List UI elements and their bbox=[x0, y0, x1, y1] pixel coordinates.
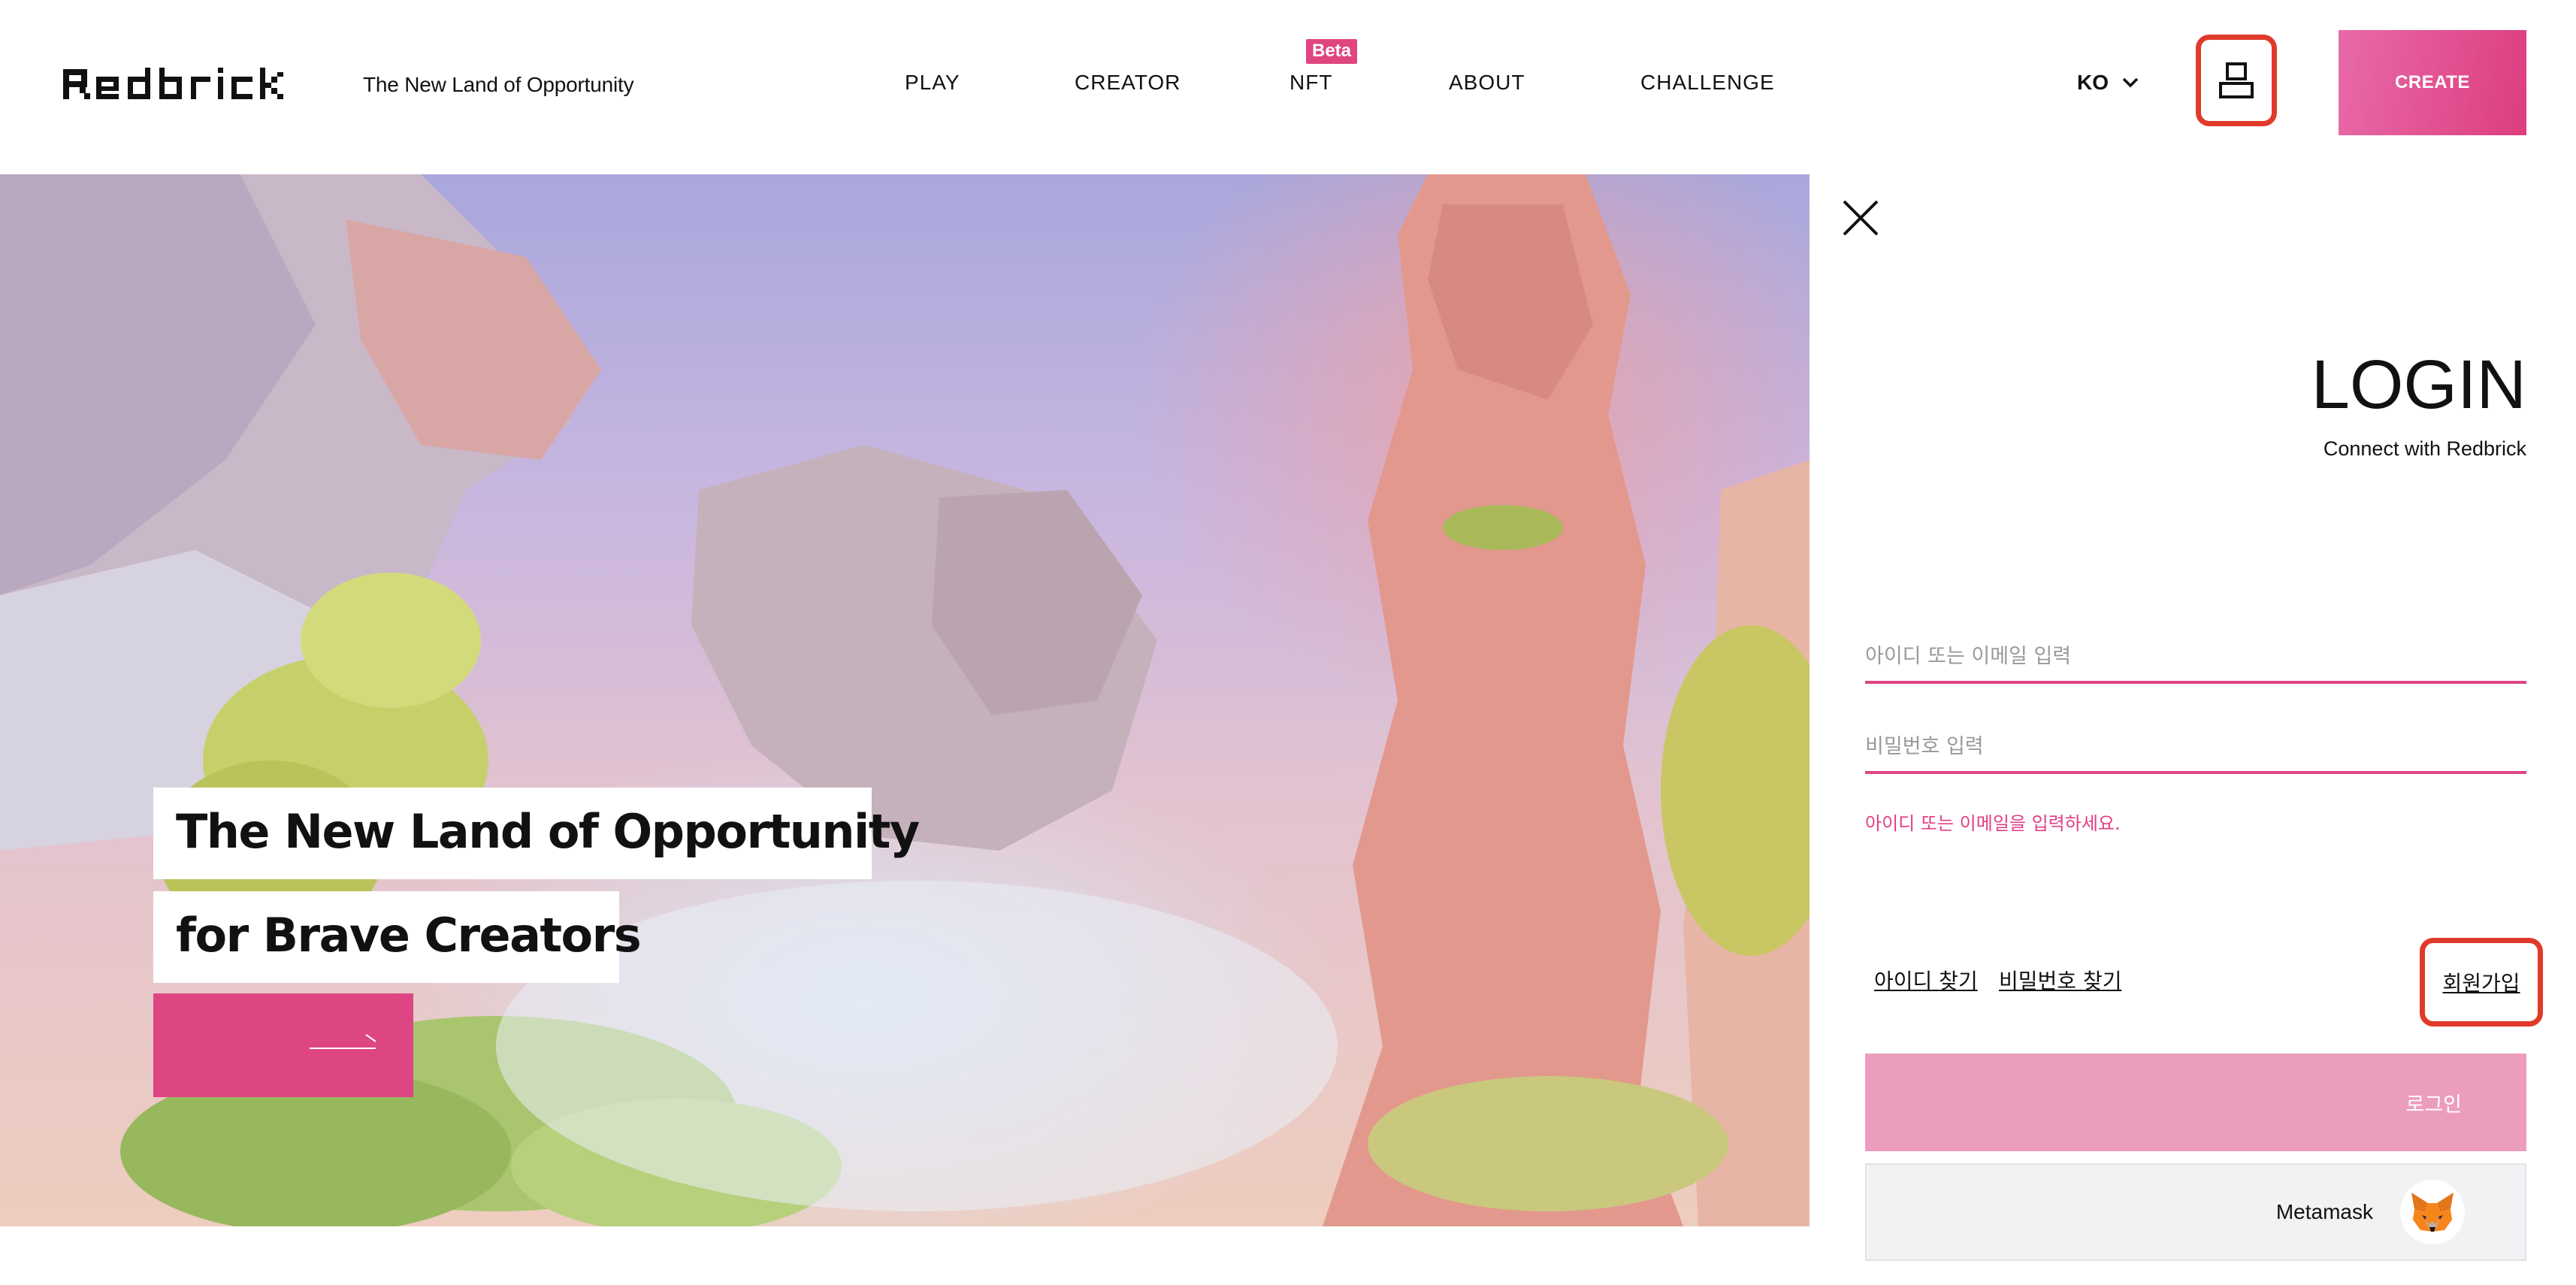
metamask-login-button[interactable]: Metamask bbox=[1865, 1163, 2526, 1261]
site-header: The New Land of Opportunity PLAY CREATOR… bbox=[0, 0, 2576, 174]
find-password-link[interactable]: 비밀번호 찾기 bbox=[1999, 965, 2121, 995]
login-title: LOGIN bbox=[2311, 346, 2526, 423]
metamask-fox-icon bbox=[2400, 1180, 2465, 1244]
language-label: KO bbox=[2077, 71, 2109, 94]
nav-creator[interactable]: CREATOR bbox=[1075, 71, 1181, 95]
hero-title-line1: The New Land of Opportunity bbox=[176, 804, 920, 859]
hero-title-line1-box: The New Land of Opportunity bbox=[153, 788, 920, 879]
close-icon bbox=[1843, 200, 1879, 236]
login-subtitle: Connect with Redbrick bbox=[2323, 437, 2526, 460]
nav-challenge[interactable]: CHALLENGE bbox=[1640, 71, 1775, 95]
login-error-message: 아이디 또는 이메일을 입력하세요. bbox=[1865, 813, 2121, 834]
login-submit-button[interactable]: 로그인 bbox=[1865, 1054, 2526, 1151]
hero-title-line2-box: for Brave Creators bbox=[153, 891, 642, 983]
redbrick-logo[interactable] bbox=[63, 65, 304, 104]
signup-label: 회원가입 bbox=[2442, 971, 2520, 996]
metamask-label: Metamask bbox=[2275, 1200, 2373, 1223]
nav-play[interactable]: PLAY bbox=[905, 71, 960, 95]
signup-link[interactable]: 회원가입 bbox=[2420, 938, 2543, 1026]
password-input[interactable] bbox=[1865, 721, 2526, 774]
user-menu-button[interactable] bbox=[2196, 35, 2277, 126]
language-selector[interactable]: KO bbox=[2077, 71, 2139, 95]
find-id-link[interactable]: 아이디 찾기 bbox=[1874, 965, 1978, 995]
nav-nft[interactable]: NFT bbox=[1290, 71, 1332, 95]
login-panel: LOGIN Connect with Redbrick 아이디 또는 이메일을 … bbox=[1810, 174, 2576, 1285]
header-tagline: The New Land of Opportunity bbox=[363, 73, 634, 96]
nav-about[interactable]: ABOUT bbox=[1449, 71, 1525, 95]
create-button[interactable]: CREATE bbox=[2339, 30, 2526, 135]
chevron-down-icon bbox=[2122, 77, 2139, 88]
user-icon bbox=[2219, 62, 2254, 98]
nft-beta-badge: Beta bbox=[1306, 39, 1358, 64]
hero-title-line2: for Brave Creators bbox=[176, 908, 642, 963]
id-email-input[interactable] bbox=[1865, 631, 2526, 684]
close-login-button[interactable] bbox=[1838, 195, 1883, 240]
arrow-right-icon bbox=[310, 1048, 376, 1049]
page-bottom-strip bbox=[0, 1226, 1810, 1285]
hero-cta-button[interactable] bbox=[153, 993, 413, 1097]
redbrick-wordmark bbox=[63, 68, 283, 99]
hero-banner: The New Land of Opportunity for Brave Cr… bbox=[0, 174, 1810, 1226]
